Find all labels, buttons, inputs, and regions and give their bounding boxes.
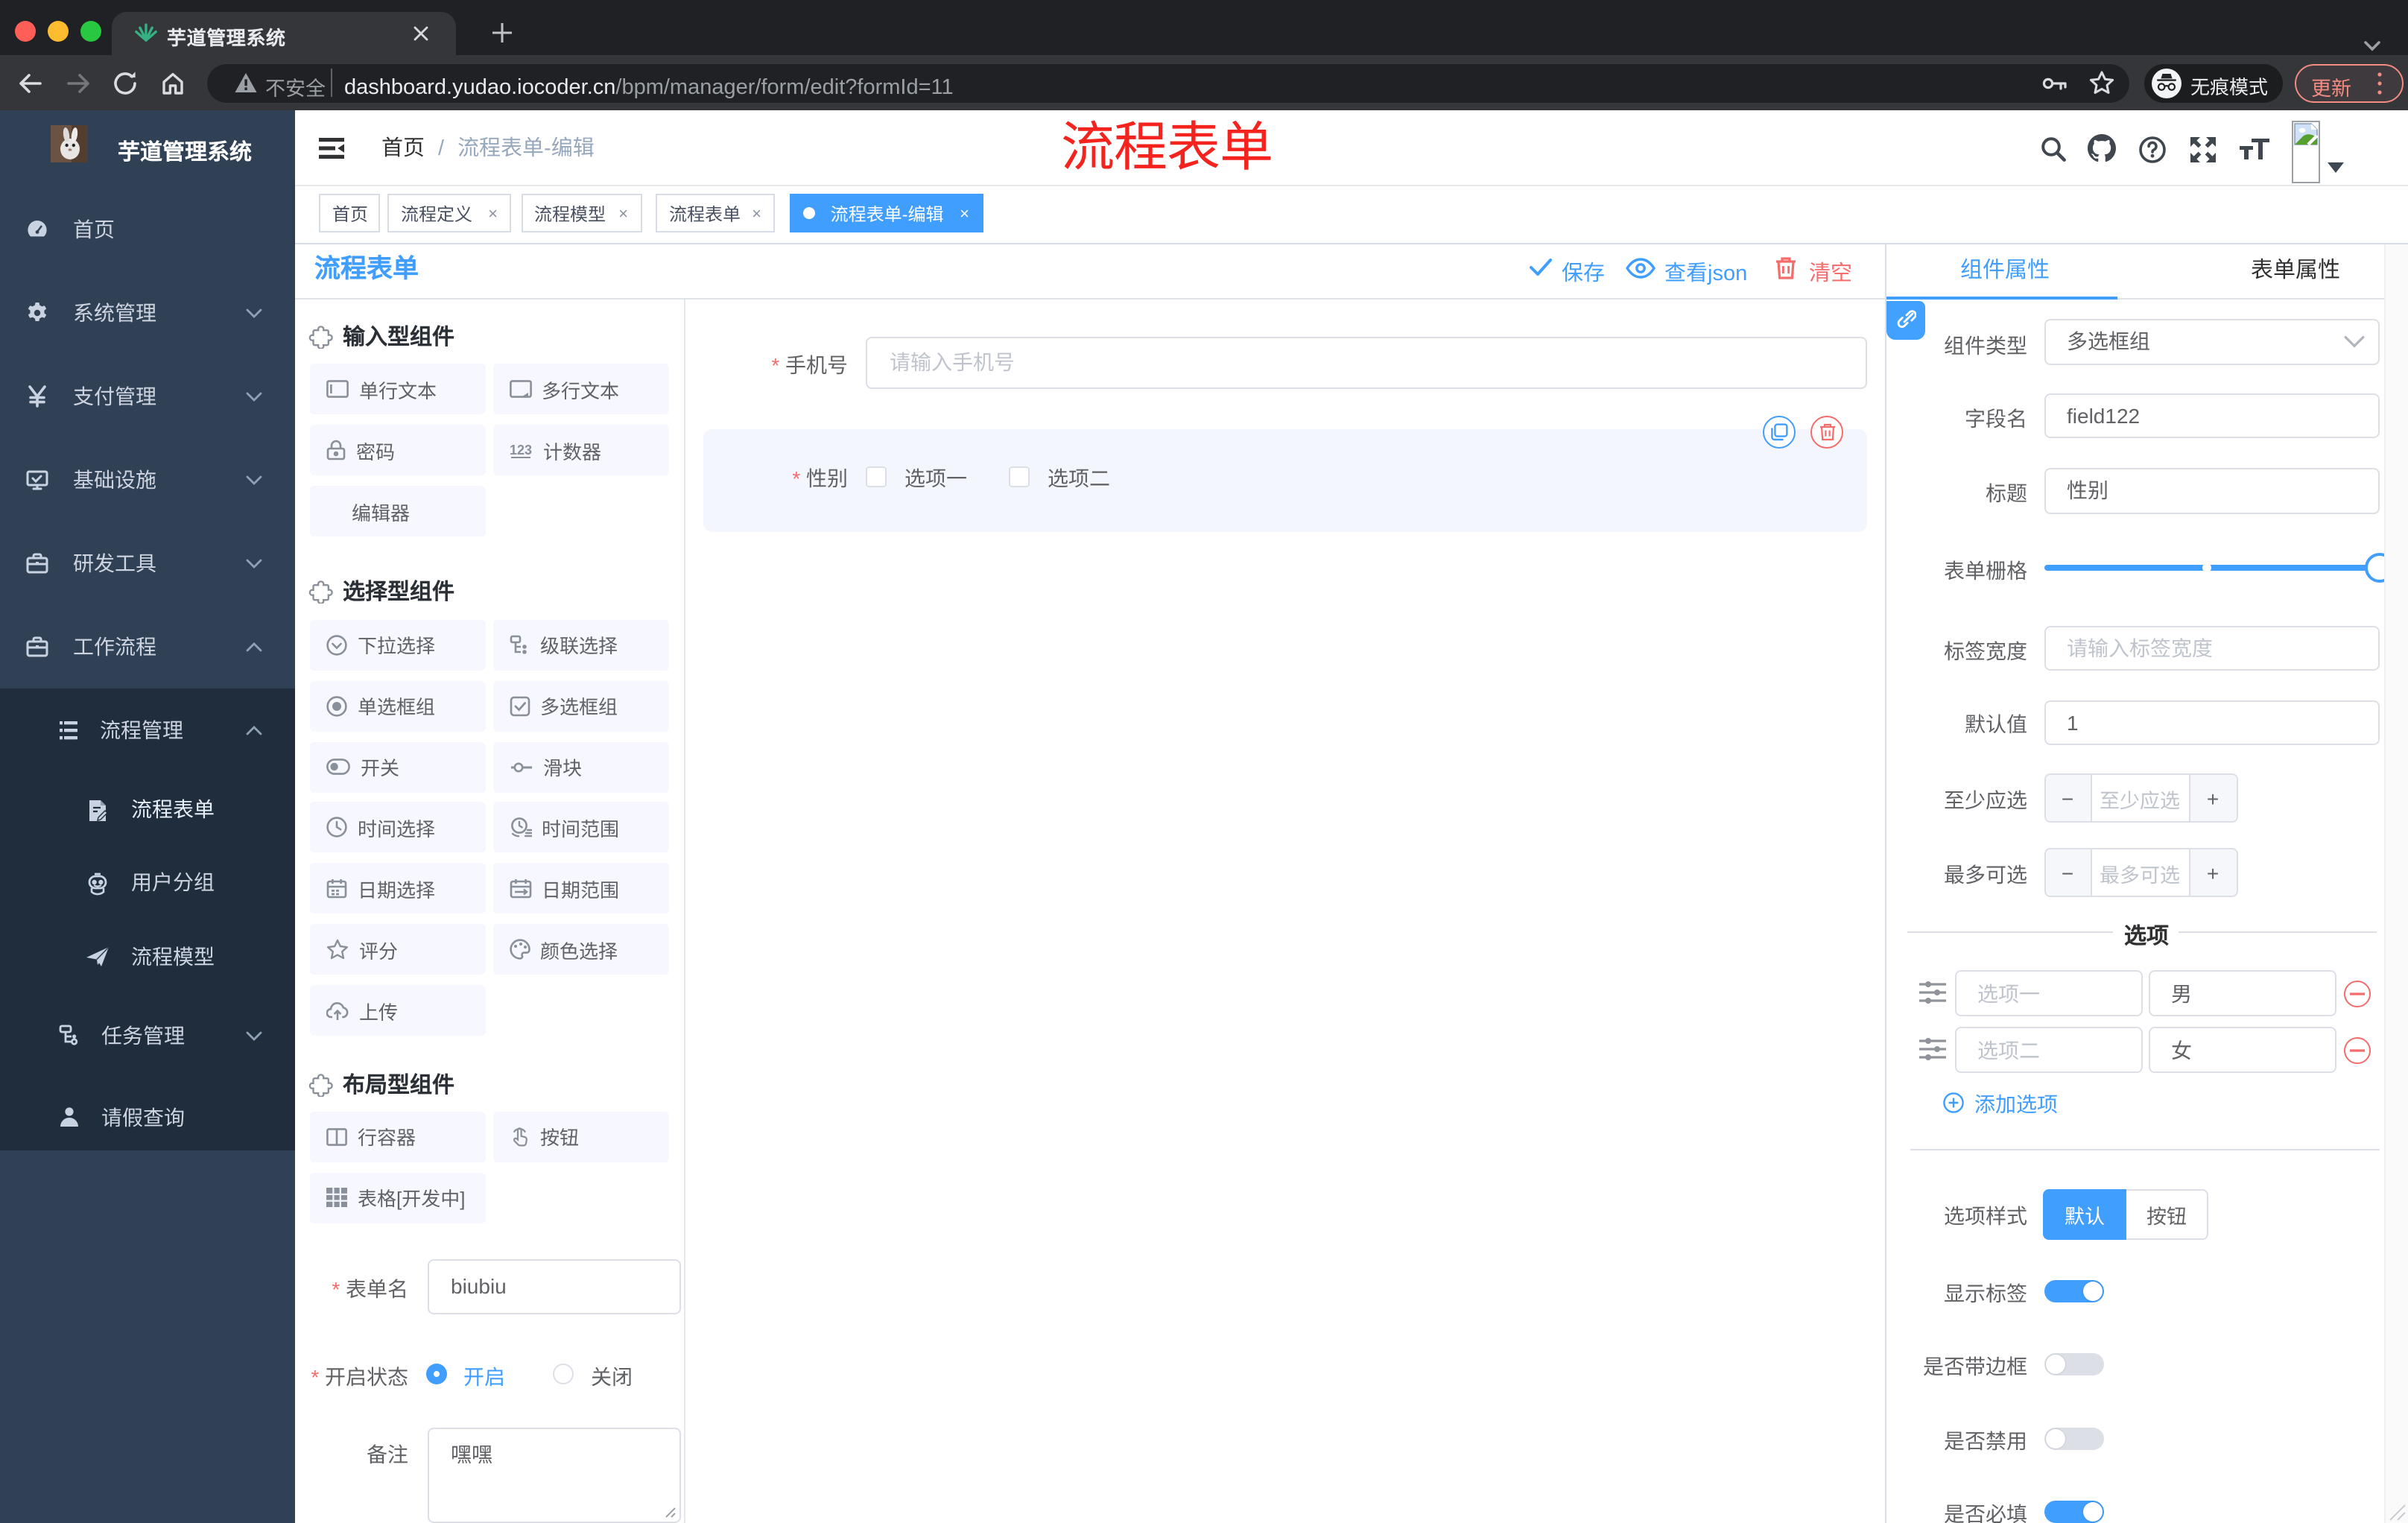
svg-text:123: 123 (509, 441, 531, 459)
